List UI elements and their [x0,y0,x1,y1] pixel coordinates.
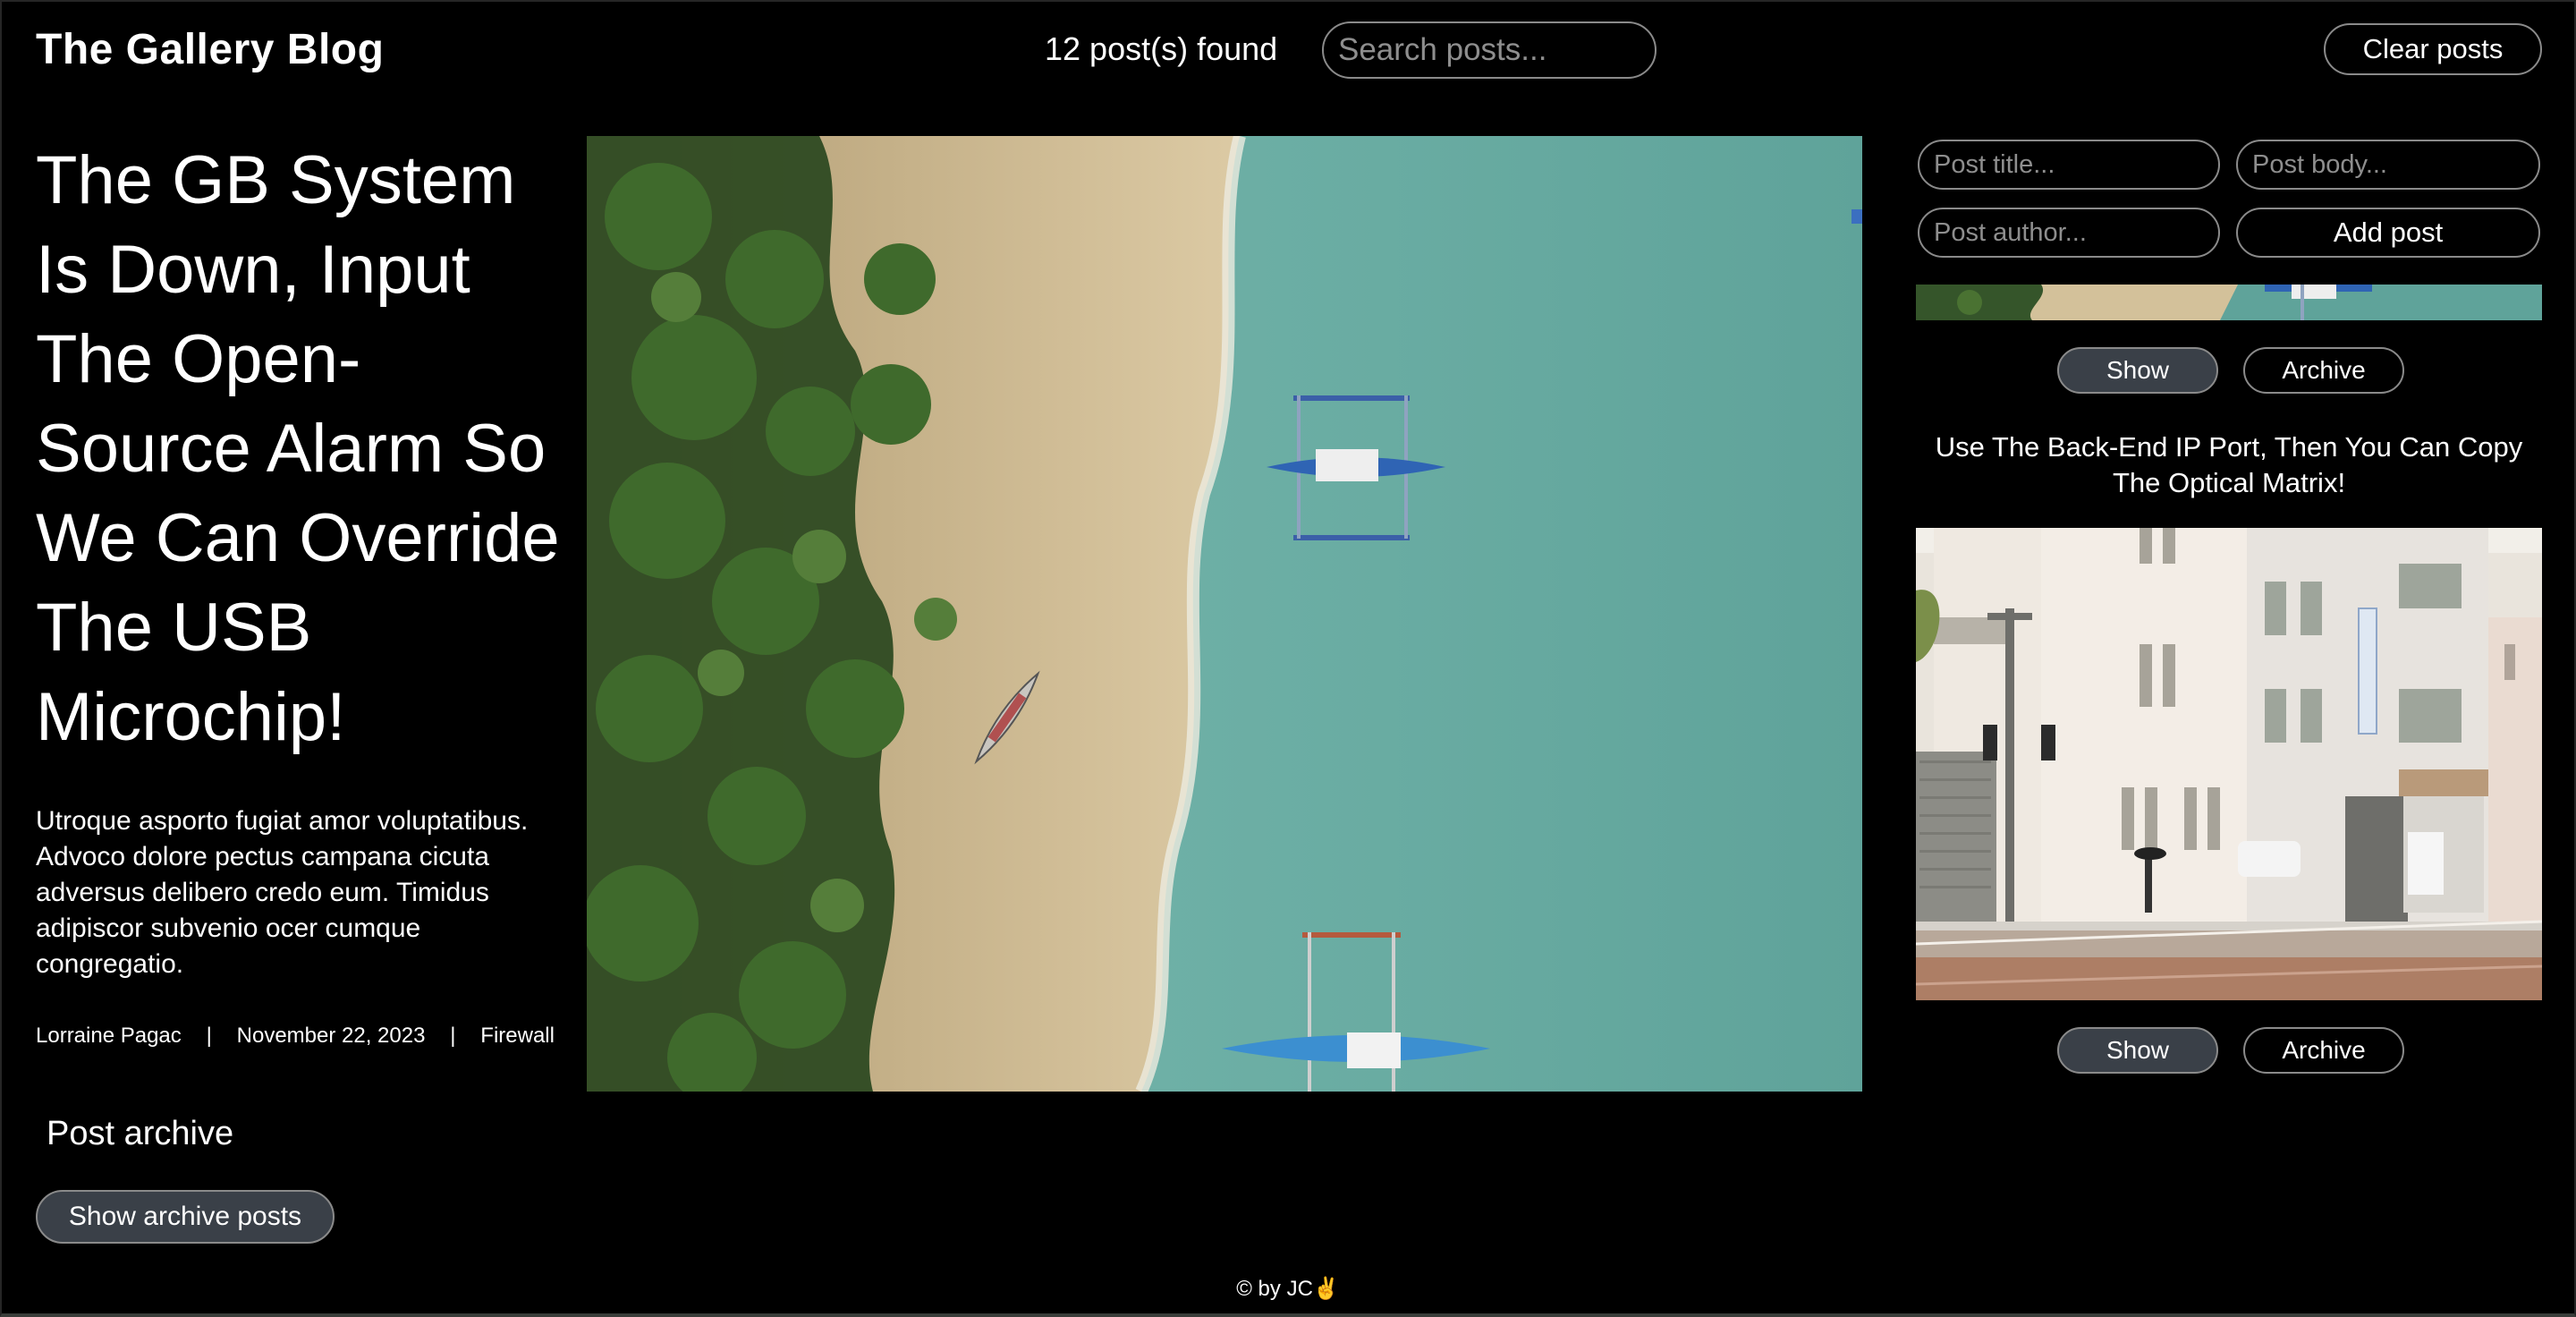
featured-post-title: The GB System Is Down, Input The Open-So… [36,142,560,755]
post-category: Firewall [480,1024,555,1048]
archive-post-button[interactable]: Archive [2243,347,2404,394]
clear-posts-button[interactable]: Clear posts [2324,23,2542,75]
featured-post-image [587,136,1862,1092]
post-count: 12 post(s) found [1045,30,1278,67]
show-archive-posts-button[interactable]: Show archive posts [36,1190,335,1244]
post-image [1916,285,2542,320]
post-author: Lorraine Pagac [36,1024,182,1048]
search-input[interactable] [1322,21,1657,79]
post-title-input[interactable] [1918,140,2220,190]
meta-separator: | [450,1024,456,1048]
post-body-input[interactable] [2236,140,2540,190]
site-title: The Gallery Blog [36,26,385,73]
show-post-button[interactable]: Show [2057,1027,2218,1074]
archive-post-button[interactable]: Archive [2243,1027,2404,1074]
add-post-button[interactable]: Add post [2236,208,2540,258]
post-date: November 22, 2023 [236,1024,426,1048]
post-archive-heading: Post archive [47,1115,234,1152]
post-author-input[interactable] [1918,208,2220,258]
footer-credit: © by JC✌️ [1236,1277,1340,1301]
meta-separator: | [206,1024,212,1048]
post-title: Use The Back-End IP Port, Then You Can C… [1935,431,2523,498]
show-post-button[interactable]: Show [2057,347,2218,394]
featured-post-meta: Lorraine Pagac | November 22, 2023 | Fir… [36,1024,555,1049]
post-image [1916,528,2542,1000]
featured-post-body: Utroque asporto fugiat amor voluptatibus… [36,806,529,979]
